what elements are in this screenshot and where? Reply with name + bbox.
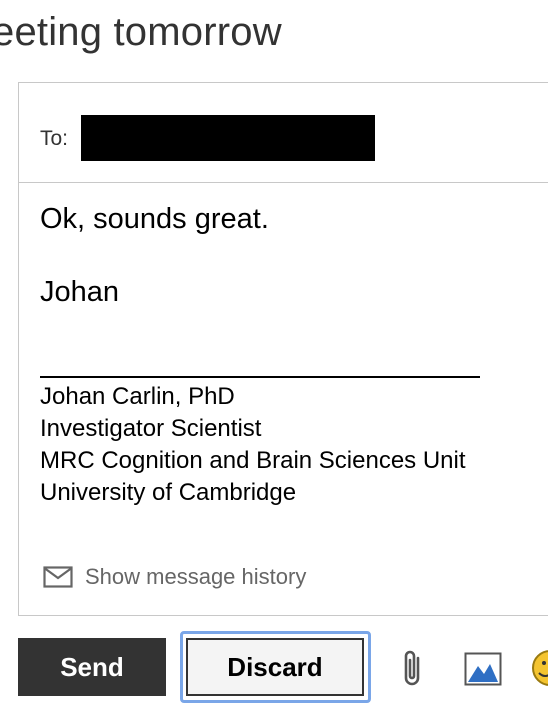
signature-line-name: Johan Carlin, PhD (40, 383, 235, 410)
signature-divider (40, 376, 480, 378)
message-body-line-2[interactable]: Johan (40, 276, 119, 309)
show-message-history-label: Show message history (85, 564, 307, 589)
message-body-line-1[interactable]: Ok, sounds great. (40, 203, 269, 236)
envelope-icon (43, 566, 73, 588)
emoji-icon[interactable] (530, 648, 548, 688)
signature-line-title: Investigator Scientist (40, 415, 262, 442)
attach-icon[interactable] (400, 648, 426, 690)
compose-pane: To: Ok, sounds great. Johan Johan Carlin… (18, 82, 548, 616)
message-subject: eeting tomorrow (0, 10, 282, 54)
to-field-row[interactable]: To: (19, 83, 548, 183)
show-message-history-link[interactable]: Show message history (43, 564, 306, 590)
image-icon[interactable] (464, 652, 502, 686)
signature-line-university: University of Cambridge (40, 479, 297, 506)
send-button[interactable]: Send (18, 638, 166, 696)
signature-line-unit: MRC Cognition and Brain Sciences Unit (40, 447, 466, 474)
to-label: To: (40, 127, 69, 150)
discard-button[interactable]: Discard (186, 638, 364, 696)
to-recipient-redacted[interactable] (81, 115, 375, 161)
